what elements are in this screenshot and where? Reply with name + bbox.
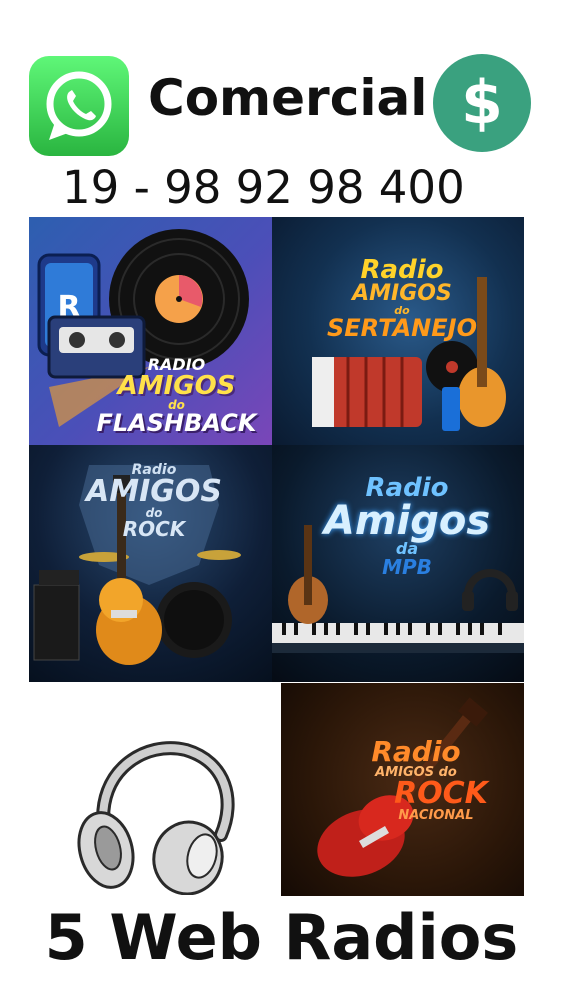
station-tile-sertanejo[interactable]: Radio AMIGOS do SERTANEJO — [272, 217, 524, 445]
station-line1: Radio — [360, 255, 444, 285]
footer-label: 5 Web Radios — [44, 901, 519, 974]
station-line3: ROCK — [394, 776, 488, 811]
station-line4: MPB — [382, 555, 432, 579]
page-title: Comercial — [148, 69, 428, 127]
station-line4: SERTANEJO — [327, 314, 477, 342]
station-tile-mpb[interactable]: Radio Amigos da MPB — [272, 445, 524, 682]
station-line2: AMIGOS — [117, 371, 236, 401]
dollar-icon: $ — [433, 54, 531, 152]
station-line1: Radio — [371, 735, 461, 768]
station-tile-flashback[interactable]: R RADIO AMIGOS do FLASHBACK — [29, 217, 272, 445]
station-line4: FLASHBACK — [96, 409, 257, 437]
whatsapp-icon[interactable] — [29, 56, 129, 156]
station-line2: Amigos — [323, 498, 491, 544]
headphones-icon — [76, 740, 236, 896]
dollar-symbol: $ — [461, 68, 503, 138]
station-line2: AMIGOS — [352, 281, 452, 306]
station-line2: AMIGOS — [86, 474, 222, 509]
phone-number[interactable]: 19 - 98 92 98 400 — [62, 162, 492, 214]
station-tile-rock[interactable]: Radio AMIGOS do ROCK — [29, 445, 272, 682]
station-tile-rock-nacional[interactable]: Radio AMIGOS do ROCK NACIONAL — [281, 683, 524, 896]
station-line4: ROCK — [122, 517, 186, 541]
keyboard-icon — [272, 623, 524, 653]
